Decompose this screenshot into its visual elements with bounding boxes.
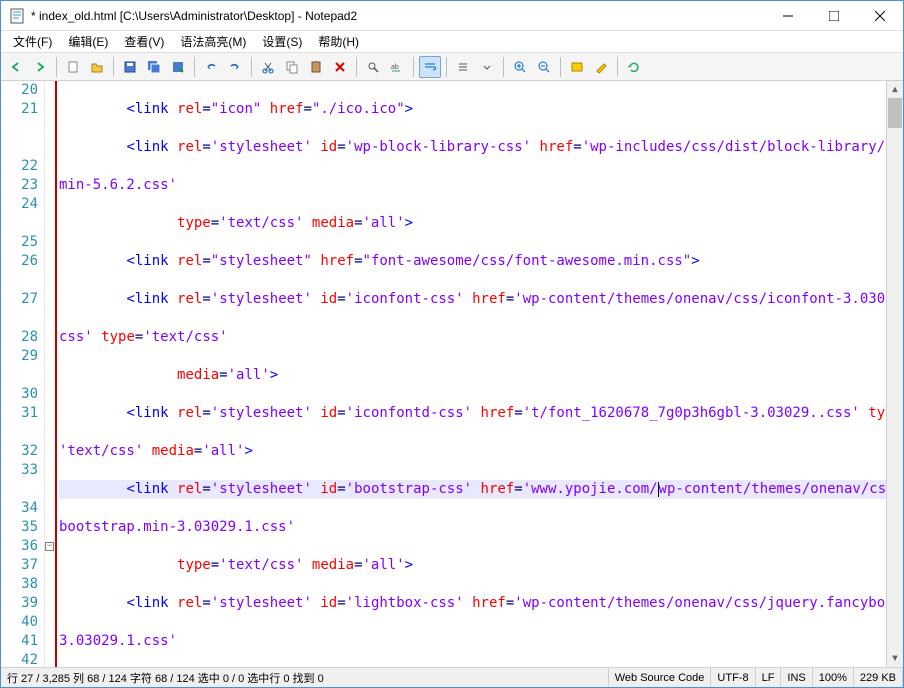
titlebar: * index_old.html [C:\Users\Administrator… xyxy=(1,1,903,31)
app-window: * index_old.html [C:\Users\Administrator… xyxy=(0,0,904,688)
window-title: * index_old.html [C:\Users\Administrator… xyxy=(31,9,765,23)
refresh-button[interactable] xyxy=(623,56,645,78)
scroll-down-arrow[interactable]: ▾ xyxy=(887,650,903,667)
saveall-button[interactable] xyxy=(143,56,165,78)
fold-toggle[interactable]: − xyxy=(45,542,54,551)
dropdown-button[interactable] xyxy=(476,56,498,78)
zoomout-button[interactable] xyxy=(533,56,555,78)
status-position: 行 27 / 3,285 列 68 / 124 字符 68 / 124 选中 0… xyxy=(1,668,609,687)
cut-button[interactable] xyxy=(257,56,279,78)
menu-file[interactable]: 文件(F) xyxy=(5,31,60,52)
find-button[interactable] xyxy=(362,56,384,78)
toolbar: ab xyxy=(1,53,903,81)
theme-button[interactable] xyxy=(566,56,588,78)
status-language[interactable]: Web Source Code xyxy=(609,668,712,687)
save-button[interactable] xyxy=(119,56,141,78)
list-button[interactable] xyxy=(452,56,474,78)
menu-help[interactable]: 帮助(H) xyxy=(310,31,367,52)
paste-button[interactable] xyxy=(305,56,327,78)
code-area[interactable]: <link rel="icon" href="./ico.ico"> <link… xyxy=(57,81,886,667)
menu-edit[interactable]: 编辑(E) xyxy=(60,31,116,52)
prev-button[interactable] xyxy=(5,56,27,78)
close-button[interactable] xyxy=(857,1,903,31)
new-button[interactable] xyxy=(62,56,84,78)
edit-button[interactable] xyxy=(590,56,612,78)
scroll-thumb[interactable] xyxy=(888,98,902,128)
vertical-scrollbar[interactable]: ▴ ▾ xyxy=(886,81,903,667)
maximize-button[interactable] xyxy=(811,1,857,31)
replace-button[interactable]: ab xyxy=(386,56,408,78)
app-icon xyxy=(9,8,25,24)
undo-button[interactable] xyxy=(200,56,222,78)
delete-button[interactable] xyxy=(329,56,351,78)
zoomin-button[interactable] xyxy=(509,56,531,78)
menu-settings[interactable]: 设置(S) xyxy=(254,31,310,52)
minimize-button[interactable] xyxy=(765,1,811,31)
status-insert[interactable]: INS xyxy=(781,668,812,687)
status-eol[interactable]: LF xyxy=(756,668,782,687)
menubar: 文件(F) 编辑(E) 查看(V) 语法高亮(M) 设置(S) 帮助(H) xyxy=(1,31,903,53)
wordwrap-button[interactable] xyxy=(419,56,441,78)
fold-gutter: − xyxy=(45,81,55,667)
next-button[interactable] xyxy=(29,56,51,78)
copy-button[interactable] xyxy=(281,56,303,78)
svg-text:ab: ab xyxy=(391,64,399,71)
saveas-button[interactable] xyxy=(167,56,189,78)
open-button[interactable] xyxy=(86,56,108,78)
redo-button[interactable] xyxy=(224,56,246,78)
statusbar: 行 27 / 3,285 列 68 / 124 字符 68 / 124 选中 0… xyxy=(1,667,903,687)
line-number-gutter: 2021 222324 2526 27 2829 3031 3233 34353… xyxy=(1,81,45,667)
menu-syntax[interactable]: 语法高亮(M) xyxy=(172,31,254,52)
status-encoding[interactable]: UTF-8 xyxy=(711,668,755,687)
status-filesize: 229 KB xyxy=(854,668,903,687)
editor: 2021 222324 2526 27 2829 3031 3233 34353… xyxy=(1,81,903,667)
menu-view[interactable]: 查看(V) xyxy=(116,31,172,52)
status-zoom[interactable]: 100% xyxy=(813,668,854,687)
scroll-up-arrow[interactable]: ▴ xyxy=(887,81,903,98)
